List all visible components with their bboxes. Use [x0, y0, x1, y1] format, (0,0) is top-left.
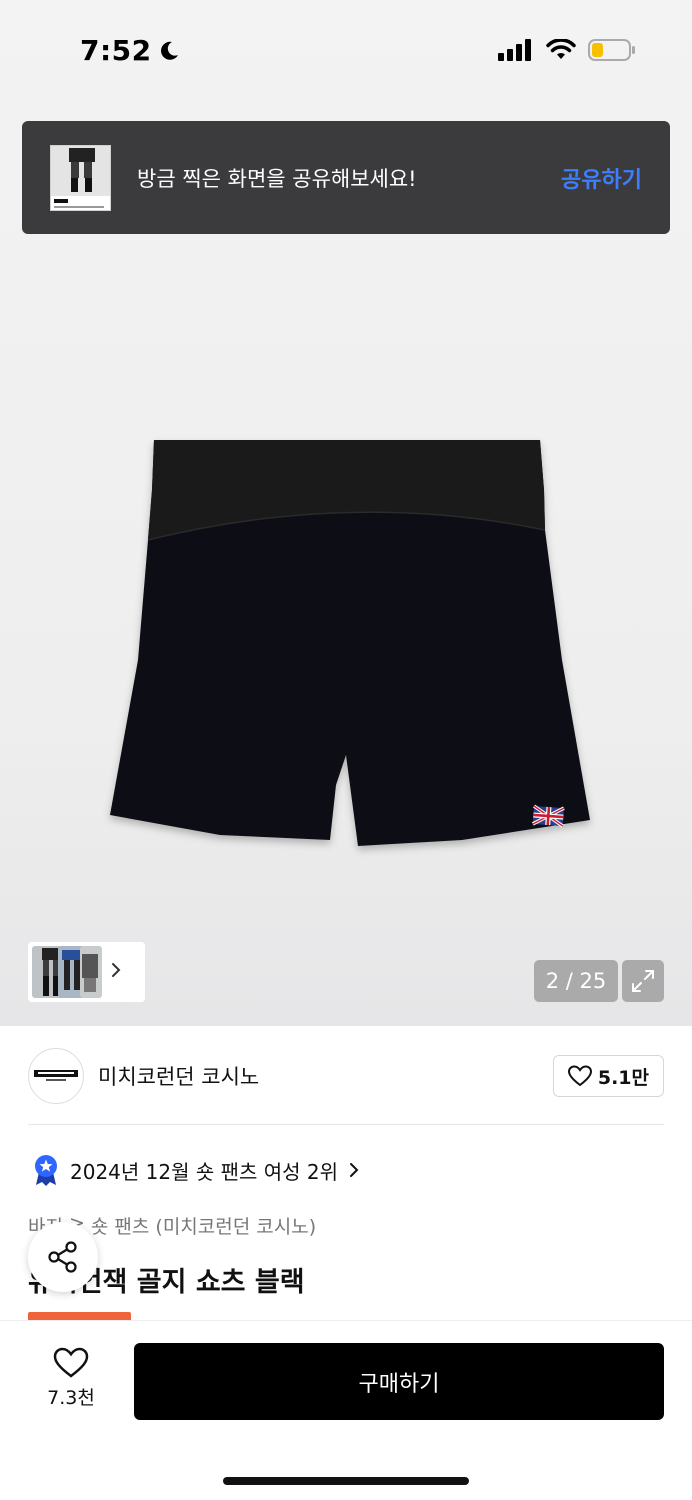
share-icon: [48, 1241, 77, 1273]
brand-like-button[interactable]: 5.1만: [552, 1055, 664, 1097]
heart-icon: [567, 1065, 592, 1087]
moon-icon: [160, 41, 178, 60]
signal-icon: [498, 39, 531, 61]
union-jack-patch-icon: [531, 804, 565, 828]
buy-button[interactable]: 구매하기: [134, 1343, 664, 1420]
gallery-thumbnail-strip[interactable]: [28, 942, 145, 1002]
bottom-action-bar: 7.3천 구매하기: [0, 1320, 692, 1500]
home-indicator[interactable]: [223, 1477, 469, 1485]
screenshot-thumbnail[interactable]: [50, 144, 111, 211]
ranking-badge-icon: [35, 1155, 57, 1186]
brand-logo[interactable]: [28, 1048, 84, 1104]
brand-row[interactable]: 미치코런던 코시노 5.1만: [28, 1046, 664, 1106]
status-bar: 7:52: [0, 0, 692, 104]
chevron-right-icon: [350, 1163, 359, 1177]
screenshot-share-toast[interactable]: 방금 찍은 화면을 공유해보세요! 공유하기: [22, 121, 670, 234]
brand-like-count: 5.1만: [597, 1066, 649, 1089]
wishlist-count: 7.3천: [47, 1387, 95, 1409]
heart-icon: [53, 1347, 89, 1378]
wifi-icon: [546, 39, 576, 59]
expand-icon: [632, 970, 654, 992]
status-icons: [498, 38, 636, 62]
status-time: 7:52: [80, 34, 180, 67]
wishlist-button[interactable]: 7.3천: [38, 1347, 104, 1410]
expand-button[interactable]: [622, 960, 664, 1002]
ranking-link[interactable]: 2024년 12월 숏 팬츠 여성 2위: [32, 1154, 360, 1186]
ranking-text: 2024년 12월 숏 팬츠 여성 2위: [70, 1159, 339, 1184]
thumbnail-3[interactable]: [80, 946, 102, 998]
brand-name[interactable]: 미치코런던 코시노: [98, 1061, 553, 1091]
breadcrumb-subcategory[interactable]: 숏 팬츠 (미치코런던 코시노): [91, 1212, 316, 1239]
promo-tag: [28, 1312, 131, 1320]
battery-icon: [588, 39, 635, 61]
divider: [28, 1124, 664, 1125]
share-now-button[interactable]: 공유하기: [561, 162, 642, 194]
toast-message: 방금 찍은 화면을 공유해보세요!: [137, 166, 417, 191]
product-image-shorts[interactable]: [100, 430, 600, 860]
share-button[interactable]: [28, 1222, 98, 1292]
chevron-right-icon[interactable]: [110, 961, 122, 984]
gallery-page-counter: 2 / 25: [534, 960, 618, 1002]
